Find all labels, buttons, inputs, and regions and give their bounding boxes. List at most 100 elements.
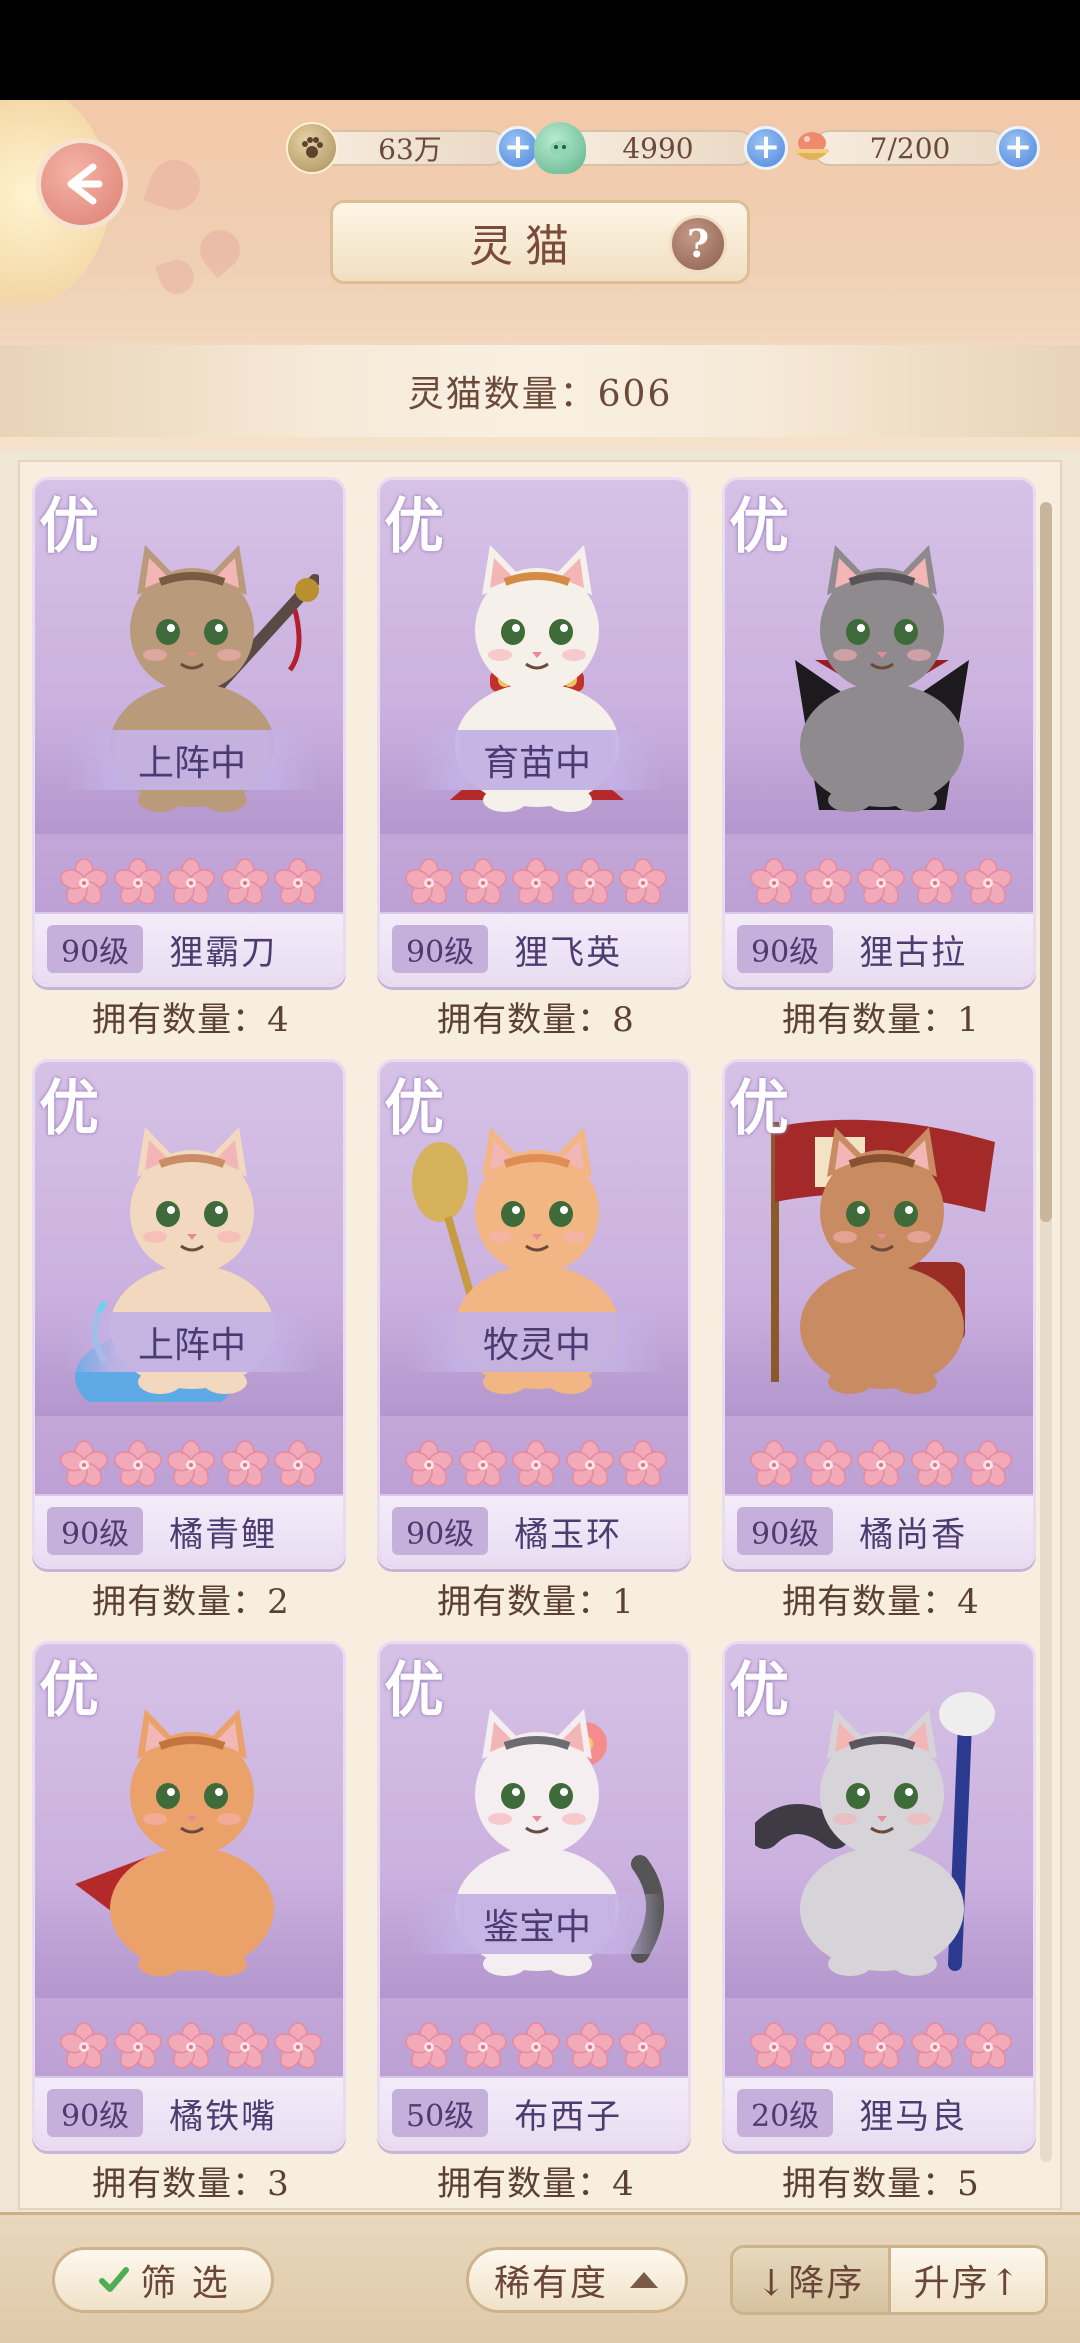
add-jade-button[interactable]: +	[744, 126, 788, 170]
sort-order-toggle: ↓降序 升序↑	[730, 2245, 1048, 2315]
cat-card[interactable]: 优 90级 橘尚香	[722, 1059, 1036, 1569]
cat-info-bar: 90级 橘铁嘴	[35, 2076, 343, 2148]
cat-level: 90级	[392, 1507, 489, 1555]
sakura-star-icon	[458, 858, 508, 912]
owned-count: 拥有数量：4	[92, 1000, 290, 1040]
sakura-star-icon	[458, 2022, 508, 2076]
cat-name: 橘铁嘴	[169, 2096, 278, 2137]
rarity-badge: 优	[39, 1074, 99, 1144]
cat-info-bar: 90级 狸古拉	[725, 912, 1033, 984]
page-title: 灵猫	[469, 221, 581, 272]
cat-card[interactable]: 优上阵中 90级 狸霸刀	[32, 477, 346, 987]
rarity-badge: 优	[384, 1656, 444, 1726]
cat-card[interactable]: 优上阵中 90级 橘青鲤	[32, 1059, 346, 1569]
cat-status-label: 鉴宝中	[410, 1894, 664, 1954]
currency-jade: 4990 +	[534, 122, 794, 174]
cat-level: 50级	[392, 2089, 489, 2137]
cat-card[interactable]: 优 90级 橘铁嘴	[32, 1641, 346, 2151]
check-icon	[99, 2267, 130, 2292]
paw-coin-icon	[286, 122, 338, 174]
cat-card-cell: 优牧灵中 90级 橘玉环 拥有数量：1	[371, 1059, 691, 1639]
sakura-star-icon	[273, 1440, 323, 1494]
scrollbar-thumb[interactable]	[1040, 502, 1052, 1222]
sakura-star-icon	[618, 2022, 668, 2076]
cat-info-bar: 90级 狸飞英	[380, 912, 688, 984]
cat-status-label: 上阵中	[65, 730, 319, 790]
sakura-star-icon	[273, 858, 323, 912]
sakura-star-icon	[803, 1440, 853, 1494]
sakura-star-icon	[910, 2022, 960, 2076]
cat-card[interactable]: 优 20级 狸马良	[722, 1641, 1036, 2151]
cat-level: 20级	[737, 2089, 834, 2137]
sort-ascending-button[interactable]: 升序↑	[890, 2248, 1045, 2312]
cat-name: 布西子	[514, 2096, 623, 2137]
owned-count: 拥有数量：1	[437, 1582, 635, 1622]
owned-count: 拥有数量：4	[782, 1582, 980, 1622]
add-food-button[interactable]: +	[996, 126, 1040, 170]
sakura-star-icon	[113, 1440, 163, 1494]
cat-card[interactable]: 优 90级 狸古拉	[722, 477, 1036, 987]
cat-status-label: 牧灵中	[410, 1312, 664, 1372]
sakura-star-icon	[113, 858, 163, 912]
help-button[interactable]: ?	[669, 215, 727, 273]
sakura-star-icon	[59, 2022, 109, 2076]
sakura-star-icon	[749, 2022, 799, 2076]
cat-name: 橘尚香	[859, 1514, 968, 1555]
cat-info-bar: 90级 橘玉环	[380, 1494, 688, 1566]
sakura-star-icon	[59, 1440, 109, 1494]
rarity-badge: 优	[729, 1656, 789, 1726]
sort-descending-button[interactable]: ↓降序	[733, 2248, 891, 2312]
rarity-label: 稀有度	[493, 2263, 608, 2304]
owned-count: 拥有数量：4	[437, 2164, 635, 2204]
cat-status-label: 上阵中	[65, 1312, 319, 1372]
rarity-sort-dropdown[interactable]: 稀有度	[466, 2247, 688, 2313]
sakura-star-icon	[910, 1440, 960, 1494]
sakura-star-icon	[404, 2022, 454, 2076]
cat-card[interactable]: 优鉴宝中 50级 布西子	[377, 1641, 691, 2151]
sakura-star-icon	[404, 858, 454, 912]
bottom-toolbar: 筛 选 稀有度 ↓降序 升序↑	[0, 2212, 1080, 2343]
cat-status-label: 育苗中	[410, 730, 664, 790]
sakura-star-icon	[220, 858, 270, 912]
petal-decoration	[155, 255, 199, 299]
sakura-star-icon	[220, 2022, 270, 2076]
cat-name: 狸马良	[859, 2096, 968, 2137]
petal-decoration	[142, 152, 208, 218]
filter-label: 筛 选	[140, 2263, 230, 2304]
sakura-star-icon	[511, 1440, 561, 1494]
cat-card-cell: 优 90级 橘尚香拥有数量：4	[716, 1059, 1036, 1639]
sakura-star-icon	[618, 858, 668, 912]
sakura-star-icon	[273, 2022, 323, 2076]
cat-info-bar: 50级 布西子	[380, 2076, 688, 2148]
cat-card-cell: 优上阵中 90级 橘青鲤 拥有数量：2	[26, 1059, 346, 1639]
cat-level: 90级	[737, 925, 834, 973]
sakura-star-icon	[963, 2022, 1013, 2076]
cat-name: 橘青鲤	[169, 1514, 278, 1555]
currency-paw-coin: 63万 +	[286, 122, 546, 174]
back-button[interactable]	[36, 138, 128, 230]
owned-count: 拥有数量：1	[782, 1000, 980, 1040]
scrollbar[interactable]	[1040, 502, 1052, 2162]
cat-grid: 优上阵中 90级 狸霸刀 拥有数量：4 优育苗中 90级 狸飞英 拥有数量：8 优 90级 狸古拉拥…	[18, 460, 1062, 2210]
sakura-star-icon	[220, 1440, 270, 1494]
star-rating	[59, 2022, 323, 2076]
sakura-star-icon	[404, 1440, 454, 1494]
filter-button[interactable]: 筛 选	[52, 2247, 274, 2313]
sakura-star-icon	[511, 2022, 561, 2076]
jade-icon	[534, 122, 586, 174]
back-arrow-icon	[67, 163, 103, 205]
star-rating	[59, 858, 323, 912]
sakura-star-icon	[749, 858, 799, 912]
cat-card-cell: 优 90级 橘铁嘴 拥有数量：3	[26, 1641, 346, 2208]
triangle-up-icon	[630, 2272, 658, 2288]
cat-card-cell: 优育苗中 90级 狸飞英 拥有数量：8	[371, 477, 691, 1057]
currency-value: 7/200	[812, 130, 1008, 166]
cat-card[interactable]: 优牧灵中 90级 橘玉环	[377, 1059, 691, 1569]
food-bowl-icon	[786, 122, 838, 174]
cat-info-bar: 90级 狸霸刀	[35, 912, 343, 984]
cat-name: 狸古拉	[859, 932, 968, 973]
star-rating	[59, 1440, 323, 1494]
star-rating	[404, 858, 668, 912]
sakura-star-icon	[803, 858, 853, 912]
cat-card[interactable]: 优育苗中 90级 狸飞英	[377, 477, 691, 987]
